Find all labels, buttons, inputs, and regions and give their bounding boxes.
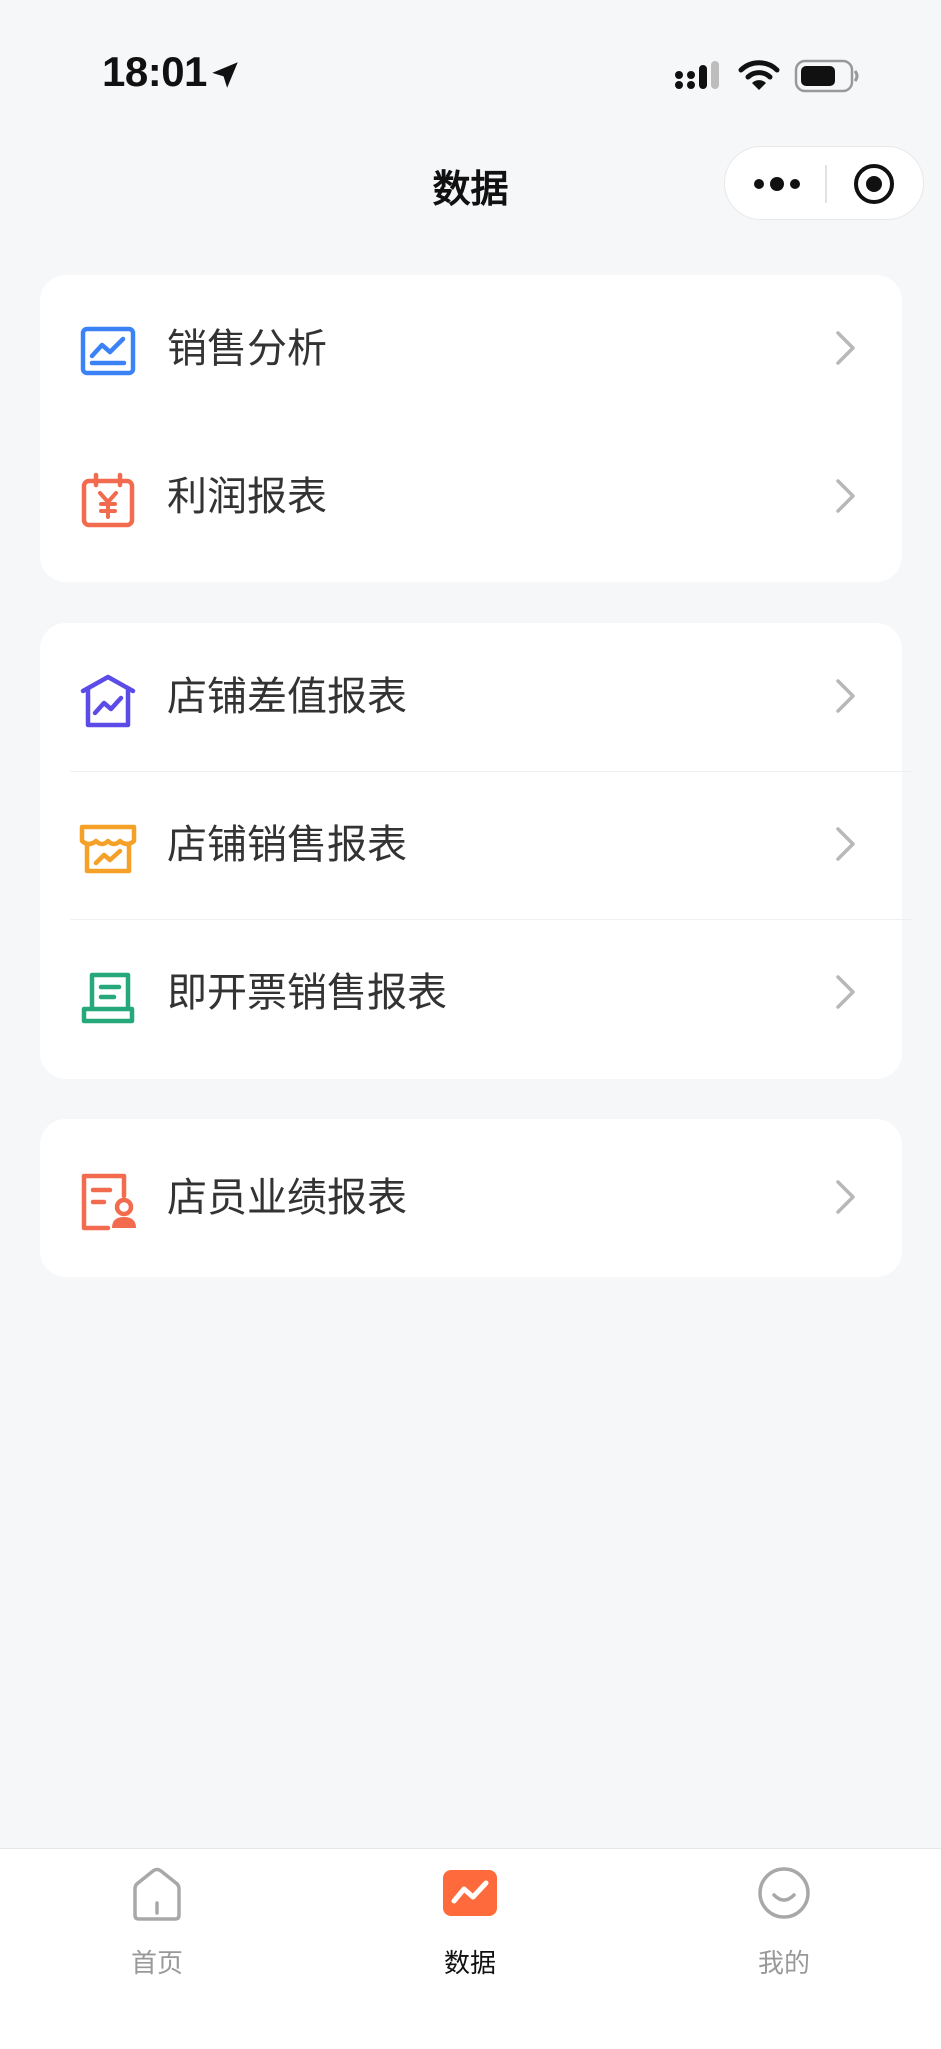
menu-item-store-sales-report[interactable]: 店铺销售报表: [40, 771, 902, 919]
menu-item-sales-analysis[interactable]: 销售分析: [40, 275, 902, 423]
tab-label: 数据: [443, 1949, 496, 1979]
status-time: 18:01: [102, 48, 207, 95]
clerk-performance-icon: [81, 1173, 136, 1231]
menu-item-label: 即开票销售报表: [167, 970, 447, 1016]
battery-icon: [794, 59, 859, 93]
status-bar: 18:01: [0, 0, 941, 140]
profit-calendar-yen-icon: [81, 472, 135, 528]
menu-item-label: 利润报表: [167, 474, 327, 520]
chevron-right-icon: [836, 827, 855, 861]
wifi-icon: [738, 60, 780, 90]
report-group-1: 销售分析 利润报表: [40, 275, 902, 582]
more-dots-icon[interactable]: [751, 169, 803, 199]
close-target-icon[interactable]: [853, 163, 895, 205]
capsule-divider: [825, 165, 827, 203]
tab-home[interactable]: 首页: [57, 1849, 257, 1989]
data-chart-icon: [443, 1870, 497, 1916]
store-sales-icon: [79, 824, 137, 874]
menu-item-store-difference-report[interactable]: 店铺差值报表: [40, 623, 902, 771]
chevron-right-icon: [836, 679, 855, 713]
location-arrow-icon: [212, 62, 238, 88]
instant-ticket-icon: [81, 972, 135, 1024]
tab-data[interactable]: 数据: [370, 1849, 570, 1989]
smile-profile-icon: [758, 1867, 810, 1919]
mini-program-capsule: [724, 146, 924, 220]
sales-analysis-icon: [80, 326, 136, 376]
menu-item-profit-report[interactable]: 利润报表: [40, 423, 902, 571]
chevron-right-icon: [836, 1180, 855, 1214]
chevron-right-icon: [836, 331, 855, 365]
report-group-3: 店员业绩报表: [40, 1119, 902, 1277]
chevron-right-icon: [836, 479, 855, 513]
menu-item-label: 店铺差值报表: [167, 674, 407, 720]
home-icon: [133, 1867, 181, 1921]
tab-label: 首页: [130, 1949, 183, 1979]
menu-item-label: 店员业绩报表: [167, 1175, 407, 1221]
menu-item-clerk-performance-report[interactable]: 店员业绩报表: [40, 1124, 902, 1272]
tab-label: 我的: [757, 1949, 810, 1979]
bottom-tab-bar: 首页 数据 我的: [0, 1848, 941, 2049]
tab-mine[interactable]: 我的: [684, 1849, 884, 1989]
menu-item-label: 店铺销售报表: [167, 822, 407, 868]
chevron-right-icon: [836, 975, 855, 1009]
store-difference-icon: [80, 674, 136, 728]
cellular-signal-icon: [675, 61, 719, 89]
menu-item-instant-ticket-sales-report[interactable]: 即开票销售报表: [40, 919, 902, 1067]
report-group-2: 店铺差值报表 店铺销售报表 即开票销售报表: [40, 623, 912, 1079]
menu-item-label: 销售分析: [167, 326, 327, 372]
